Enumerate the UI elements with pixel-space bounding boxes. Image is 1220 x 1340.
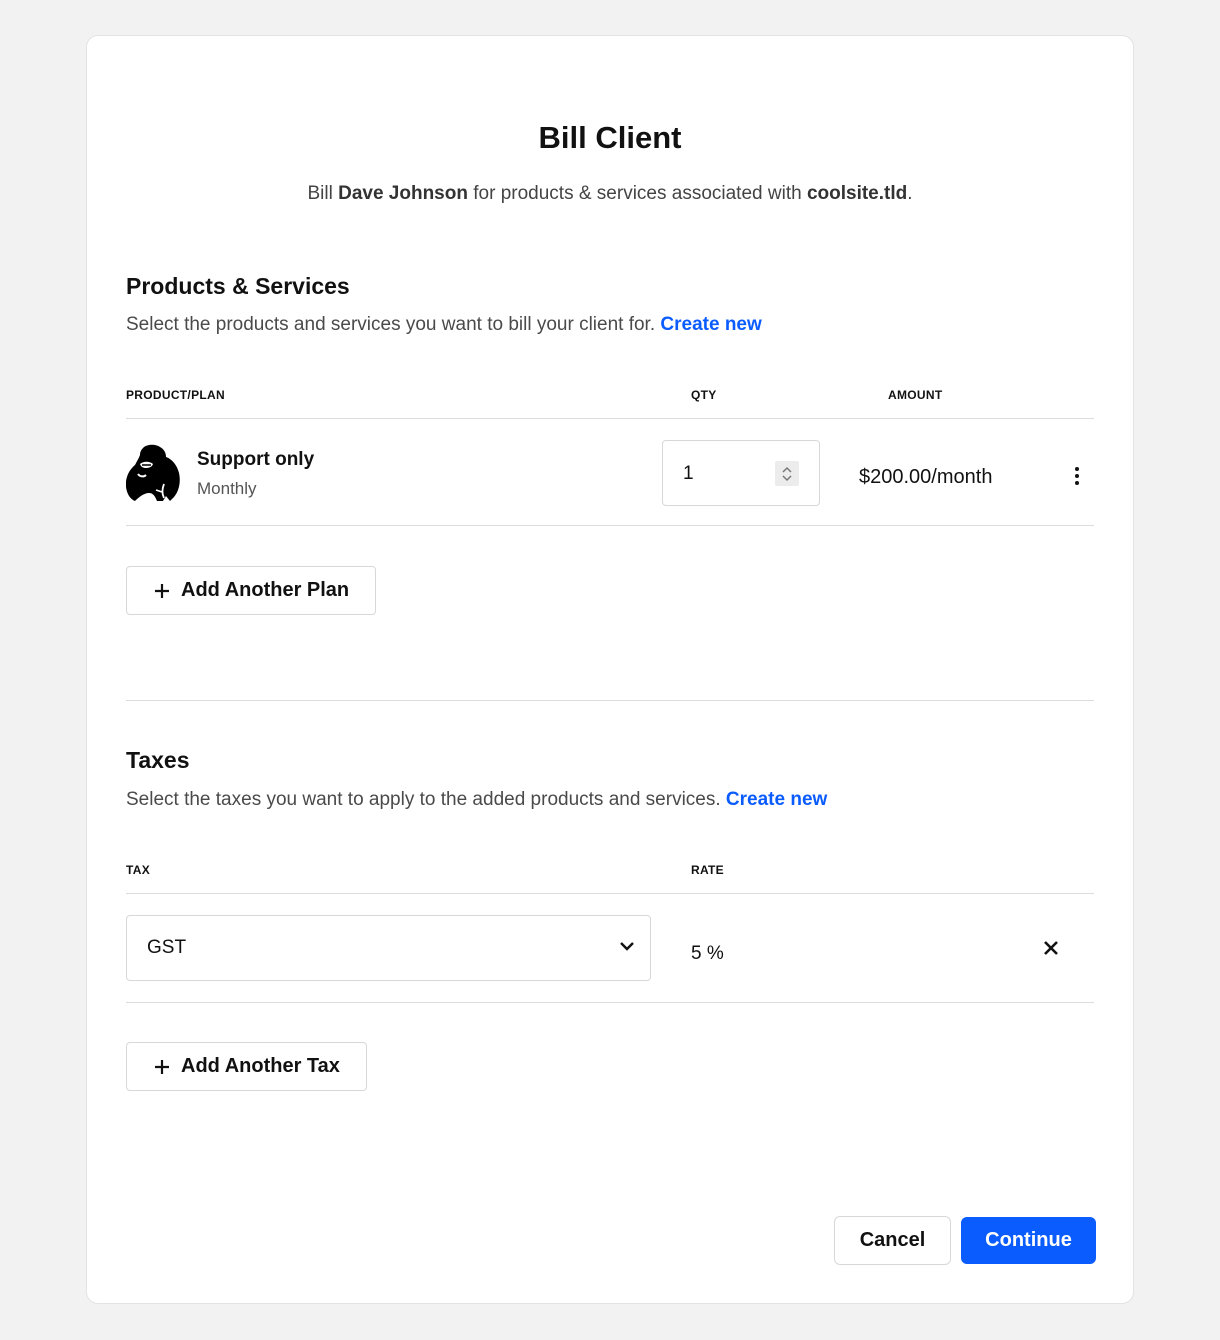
column-header-amount: AMOUNT xyxy=(888,388,943,402)
dialog-title: Bill Client xyxy=(538,120,682,155)
continue-button[interactable]: Continue xyxy=(961,1217,1096,1264)
divider xyxy=(126,1002,1094,1003)
quantity-value: 1 xyxy=(683,463,694,484)
row-options-icon[interactable] xyxy=(1066,464,1088,488)
taxes-description-text: Select the taxes you want to apply to th… xyxy=(126,789,721,810)
column-header-plan: PRODUCT/PLAN xyxy=(126,388,225,402)
chevron-up-icon[interactable] xyxy=(781,466,793,474)
stepper-arrows[interactable] xyxy=(775,461,799,486)
products-heading: Products & Services xyxy=(126,273,350,299)
bill-client-dialog: Bill Client Bill Dave Johnson for produc… xyxy=(86,35,1134,1304)
tax-rate: 5 % xyxy=(691,943,724,964)
add-tax-label: Add Another Tax xyxy=(181,1055,340,1077)
section-divider xyxy=(126,700,1094,701)
dialog-content: Bill Client Bill Dave Johnson for produc… xyxy=(126,36,1096,1303)
quantity-stepper[interactable]: 1 xyxy=(662,440,820,506)
site-name: coolsite.tld xyxy=(806,183,908,204)
add-another-plan-button[interactable]: Add Another Plan xyxy=(126,566,377,615)
plan-amount: $200.00/month xyxy=(859,466,993,488)
column-header-qty: QTY xyxy=(691,388,717,402)
client-name: Dave Johnson xyxy=(338,183,468,204)
products-description-text: Select the products and services you wan… xyxy=(126,314,656,335)
add-another-tax-button[interactable]: Add Another Tax xyxy=(126,1042,367,1091)
plan-name: Support only xyxy=(197,449,315,470)
tax-select-value: GST xyxy=(147,937,187,958)
plus-icon xyxy=(153,582,171,600)
plan-billing-cycle: Monthly xyxy=(197,479,257,498)
subtitle-prefix: Bill xyxy=(307,183,339,204)
products-create-new-link[interactable]: Create new xyxy=(660,314,761,335)
taxes-description: Select the taxes you want to apply to th… xyxy=(126,789,827,811)
taxes-create-new-link[interactable]: Create new xyxy=(726,789,827,810)
taxes-heading: Taxes xyxy=(126,747,190,773)
gorilla-logo-icon xyxy=(126,444,180,501)
chevron-down-icon[interactable] xyxy=(781,474,793,482)
subtitle-suffix: . xyxy=(907,183,913,204)
divider xyxy=(126,418,1094,419)
chevron-down-icon xyxy=(620,942,634,951)
tax-select[interactable]: GST xyxy=(126,915,651,981)
column-header-rate: RATE xyxy=(691,863,724,877)
subtitle-middle: for products & services associated with xyxy=(467,183,807,204)
dialog-subtitle: Bill Dave Johnson for products & service… xyxy=(126,183,1094,205)
add-plan-label: Add Another Plan xyxy=(181,579,350,601)
divider xyxy=(126,525,1094,526)
divider xyxy=(126,893,1094,894)
column-header-tax: TAX xyxy=(126,863,151,877)
close-icon[interactable] xyxy=(1042,939,1060,957)
cancel-button[interactable]: Cancel xyxy=(834,1216,951,1265)
products-description: Select the products and services you wan… xyxy=(126,314,762,336)
plus-icon xyxy=(153,1058,171,1076)
